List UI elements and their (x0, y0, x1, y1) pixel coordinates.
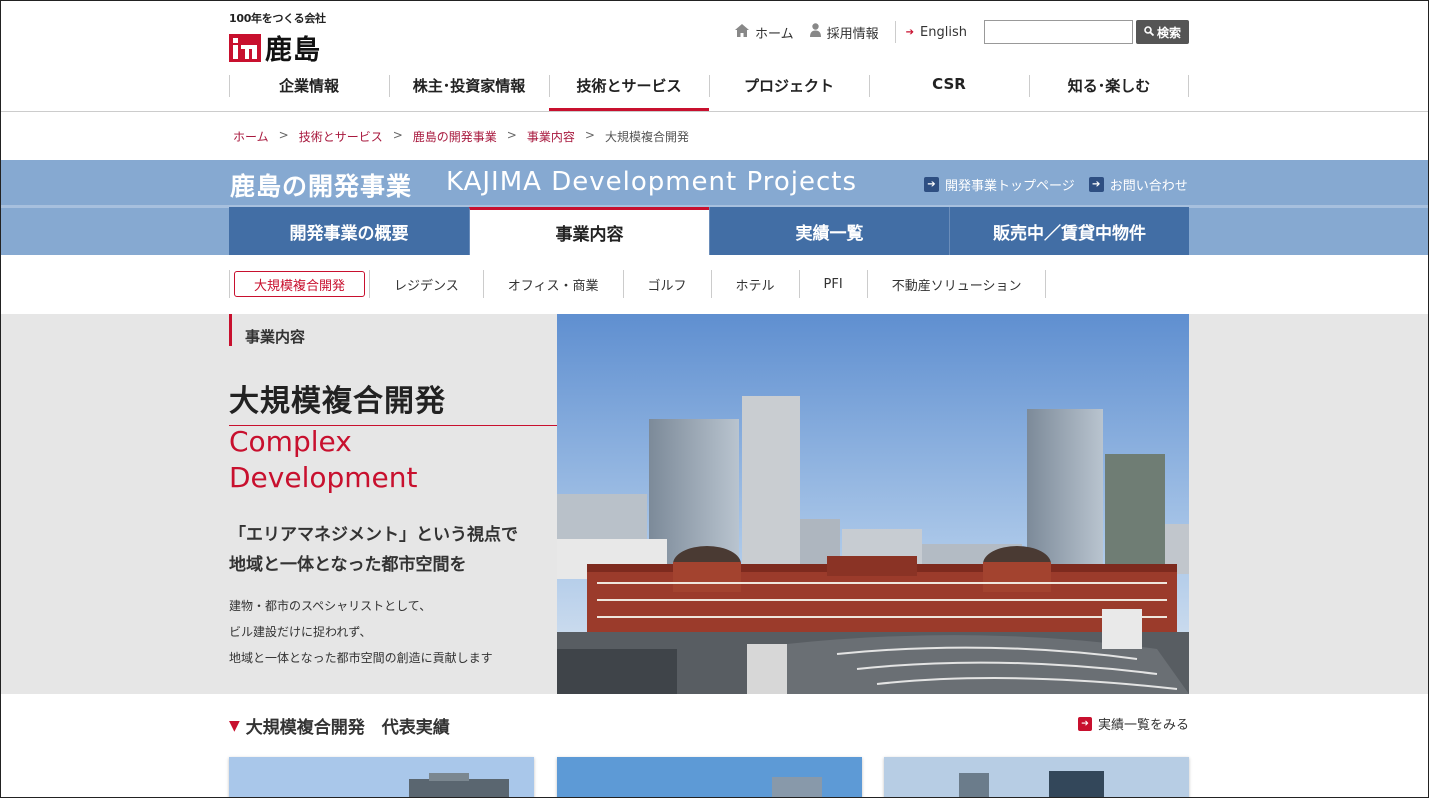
breadcrumb-separator: > (392, 128, 403, 142)
search-button[interactable]: 検索 (1136, 20, 1189, 44)
hero-body-line2: ビル建設だけに捉われず、 (229, 625, 372, 639)
representative-heading: ▼ 大規模複合開発 代表実績 (229, 713, 450, 739)
magnifier-icon (1144, 25, 1155, 39)
subnav-item-golf[interactable]: ゴルフ (624, 270, 712, 298)
project-card-image (884, 757, 1189, 798)
section-links: ➔ 開発事業トップページ ➔ お問い合わせ (924, 175, 1188, 194)
project-card[interactable] (557, 757, 862, 798)
breadcrumb-separator: > (584, 128, 595, 142)
representative-heading-label: 大規模複合開発 代表実績 (245, 718, 450, 738)
tab-properties[interactable]: 販売中／賃貸中物件 (949, 207, 1189, 255)
development-top-label: 開発事業トップページ (945, 179, 1075, 194)
hero-title-en-line1: Complex (229, 425, 352, 458)
project-card-image (557, 757, 862, 798)
util-english-link[interactable]: ➔ English (906, 25, 967, 40)
util-divider (894, 21, 896, 43)
hero-title-en: Complex Development (229, 424, 418, 496)
arrow-right-icon: ➔ (924, 177, 939, 192)
util-home-label: ホーム (755, 26, 794, 42)
breadcrumb-business[interactable]: 事業内容 (527, 128, 575, 145)
tab-business[interactable]: 事業内容 (469, 207, 709, 255)
arrow-right-icon: ➔ (1078, 716, 1092, 731)
arrow-right-icon: ➔ (905, 26, 915, 38)
gnav-item-enjoy[interactable]: 知る･楽しむ (1029, 65, 1189, 111)
logo-tagline: 100年をつくる会社 (229, 12, 326, 25)
contact-link[interactable]: ➔ お問い合わせ (1088, 175, 1188, 194)
search-input[interactable] (984, 20, 1133, 44)
breadcrumb-separator: > (278, 128, 289, 142)
section-tabs: 開発事業の概要 事業内容 実績一覧 販売中／賃貸中物件 (229, 207, 1189, 255)
search-button-label: 検索 (1156, 25, 1181, 40)
subnav-item-pfi[interactable]: PFI (800, 270, 868, 298)
subnav-item-real-estate[interactable]: 不動産ソリューション (868, 270, 1047, 298)
section-title: 鹿島の開発事業 (230, 172, 413, 201)
hero-body-line3: 地域と一体となった都市空間の創造に貢献します (229, 651, 493, 665)
hero-title-en-line2: Development (229, 461, 418, 494)
gnav-item-projects[interactable]: プロジェクト (709, 65, 869, 111)
hero-body: 建物・都市のスペシャリストとして、 ビル建設だけに捉われず、 地域と一体となった… (229, 593, 493, 671)
tab-overview[interactable]: 開発事業の概要 (229, 207, 469, 255)
results-list-label: 実績一覧をみる (1098, 718, 1190, 733)
subnav-item-hotel[interactable]: ホテル (712, 270, 800, 298)
results-list-link[interactable]: ➔ 実績一覧をみる (1078, 714, 1189, 733)
hero-lead-line2: 地域と一体となった都市空間を (229, 555, 467, 575)
person-icon (809, 23, 821, 41)
util-recruit-link[interactable]: 採用情報 (809, 23, 879, 42)
project-card-image (229, 757, 534, 798)
util-english-label: English (920, 24, 967, 40)
gnav-item-csr[interactable]: CSR (869, 65, 1029, 111)
tab-results[interactable]: 実績一覧 (709, 207, 949, 255)
project-card[interactable] (884, 757, 1189, 798)
subnav-item-complex[interactable]: 大規模複合開発 (234, 271, 366, 297)
arrow-right-icon: ➔ (1088, 177, 1104, 192)
logo-name: 鹿島 (265, 35, 321, 66)
site-logo[interactable]: 100年をつくる会社 鹿島 (229, 10, 326, 67)
util-recruit-label: 採用情報 (826, 26, 879, 42)
sub-nav: 大規模複合開発 レジデンス オフィス・商業 ゴルフ ホテル PFI 不動産ソリュ… (229, 270, 1047, 298)
kajima-logo-mark-icon (229, 33, 261, 62)
gnav-item-technology[interactable]: 技術とサービス (549, 65, 709, 111)
subnav-item-residence[interactable]: レジデンス (370, 270, 484, 298)
breadcrumb-development[interactable]: 鹿島の開発事業 (413, 128, 497, 145)
hero-label: 事業内容 (229, 314, 305, 346)
site-header: 100年をつくる会社 鹿島 ホーム 採用情報 ➔ English 検索 企業情報… (0, 0, 1429, 112)
hero-lead: 「エリアマネジメント」という視点で 地域と一体となった都市空間を (229, 520, 559, 580)
subnav-item-office[interactable]: オフィス・商業 (484, 270, 624, 298)
hero-body-line1: 建物・都市のスペシャリストとして、 (229, 599, 432, 613)
project-card[interactable] (229, 757, 534, 798)
gnav-item-investors[interactable]: 株主･投資家情報 (389, 65, 549, 111)
hero-lead-line1: 「エリアマネジメント」という視点で (229, 525, 518, 545)
gnav-item-company[interactable]: 企業情報 (229, 65, 389, 111)
hero-photo-tokyo-station (557, 314, 1189, 694)
triangle-down-icon: ▼ (229, 717, 240, 734)
breadcrumb-home[interactable]: ホーム (233, 128, 269, 145)
breadcrumb-separator: > (506, 128, 517, 142)
utility-nav: ホーム 採用情報 ➔ English (735, 20, 983, 44)
home-icon (735, 23, 749, 41)
subnav-divider (229, 270, 230, 298)
breadcrumb-technology[interactable]: 技術とサービス (299, 128, 383, 145)
util-home-link[interactable]: ホーム (735, 23, 794, 42)
development-top-link[interactable]: ➔ 開発事業トップページ (924, 175, 1075, 194)
contact-label: お問い合わせ (1109, 179, 1188, 194)
breadcrumb-current: 大規模複合開発 (604, 130, 689, 144)
global-nav: 企業情報 株主･投資家情報 技術とサービス プロジェクト CSR 知る･楽しむ (229, 65, 1189, 111)
hero-title: 大規模複合開発 (229, 376, 557, 426)
breadcrumb: ホーム > 技術とサービス > 鹿島の開発事業 > 事業内容 > 大規模複合開発 (233, 128, 689, 145)
section-subtitle: KAJIMA Development Projects (446, 167, 857, 197)
